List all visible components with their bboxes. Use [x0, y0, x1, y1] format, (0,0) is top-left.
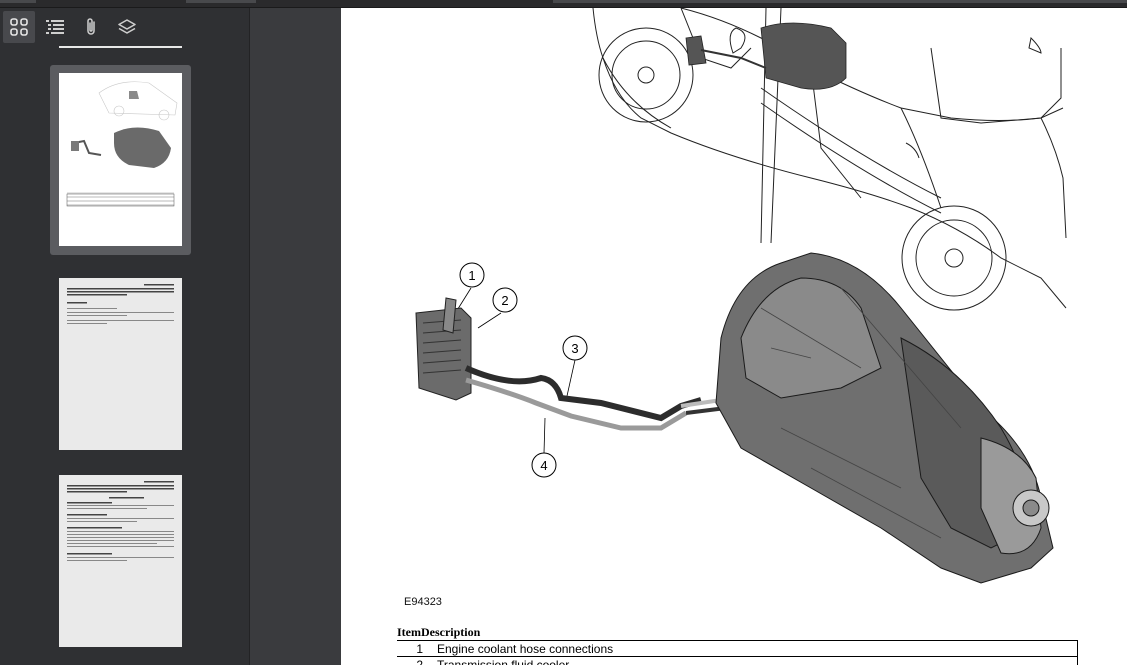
transmission-illustration: 1 2 3 4	[415, 8, 1067, 584]
outline-button[interactable]	[39, 11, 71, 43]
tab-segment[interactable]	[0, 0, 36, 3]
thumbnail-preview	[67, 481, 174, 561]
page-thumbnail-3[interactable]	[59, 475, 182, 647]
callout-4: 4	[540, 458, 547, 473]
top-tab-strip	[0, 0, 1127, 8]
layers-button[interactable]	[111, 11, 143, 43]
figure-code: E94323	[404, 596, 442, 608]
thumbnails-button[interactable]	[3, 11, 35, 43]
callout-3: 3	[571, 341, 578, 356]
thumbnail-list	[0, 56, 249, 665]
tab-segment	[553, 0, 1127, 3]
viewer-background	[250, 8, 341, 665]
thumbnails-icon	[10, 18, 28, 36]
paperclip-icon	[87, 18, 95, 35]
attachments-button[interactable]	[75, 11, 107, 43]
item-description: Engine coolant hose connections	[433, 640, 1078, 657]
table-row: 2 Transmission fluid cooler	[397, 656, 1078, 665]
legend-header: ItemDescription	[397, 625, 481, 639]
item-number: 1	[397, 640, 433, 657]
tab-segment[interactable]	[186, 0, 256, 3]
callout-1: 1	[468, 268, 475, 283]
item-number: 2	[397, 656, 433, 665]
thumbnail-preview	[66, 81, 178, 207]
layers-icon	[118, 19, 136, 34]
toolbar-divider	[59, 46, 182, 48]
item-description: Transmission fluid cooler	[433, 656, 1078, 665]
page-thumbnail-1[interactable]	[59, 73, 182, 246]
page-thumbnail-2[interactable]	[59, 278, 182, 450]
document-page: 1 2 3 4 E94323 ItemDescription 1 Engine …	[341, 8, 1127, 665]
thumbnail-preview	[67, 284, 174, 324]
thumbnail-sidebar	[0, 8, 250, 665]
table-row: 1 Engine coolant hose connections	[397, 640, 1078, 657]
outline-list-icon	[46, 20, 64, 34]
item-legend-table: ItemDescription 1 Engine coolant hose co…	[397, 625, 1078, 665]
callout-2: 2	[501, 293, 508, 308]
sidebar-toolbar	[0, 8, 249, 48]
